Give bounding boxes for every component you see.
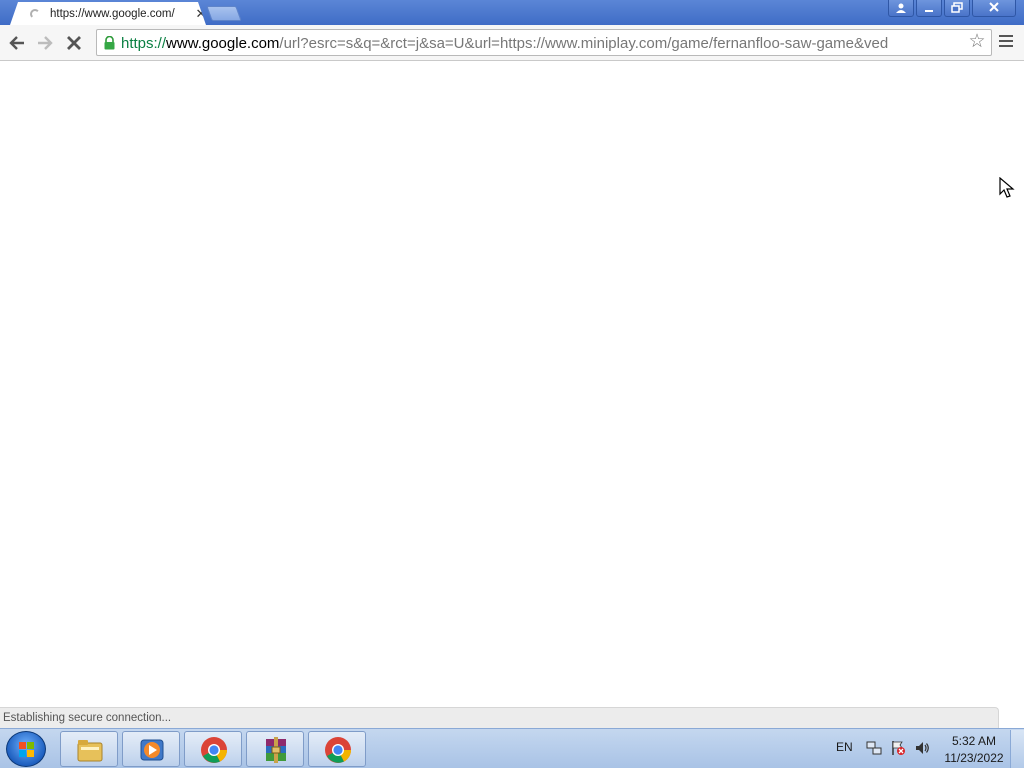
windows-logo-icon [19, 742, 34, 757]
media-player-icon [140, 739, 164, 761]
window-controls [886, 0, 1016, 18]
clock-date[interactable]: 11/23/2022 [940, 751, 1008, 765]
url-scheme: https:// [121, 35, 167, 52]
start-button[interactable] [6, 731, 46, 767]
chrome-icon [201, 737, 227, 763]
forward-arrow-icon [38, 36, 53, 50]
browser-titlebar: https://www.google.com/ ✕ [0, 0, 1024, 25]
stop-icon [67, 36, 81, 50]
clock-time[interactable]: 5:32 AM [944, 734, 1004, 748]
status-bubble: Establishing secure connection... [0, 707, 999, 728]
new-tab-button[interactable] [206, 6, 242, 21]
action-center-flag-icon[interactable] [890, 740, 906, 756]
browser-menu-icon[interactable] [999, 35, 1013, 49]
forward-button[interactable] [34, 32, 56, 54]
browser-toolbar: https://www.google.com/url?esrc=s&q=&rct… [0, 25, 1024, 61]
back-button[interactable] [6, 32, 28, 54]
minimize-button[interactable] [916, 0, 942, 17]
show-desktop-button[interactable] [1010, 730, 1024, 768]
tab-title: https://www.google.com/ [50, 8, 175, 20]
language-indicator[interactable]: EN [836, 740, 853, 754]
address-bar[interactable]: https://www.google.com/url?esrc=s&q=&rct… [96, 29, 992, 56]
url-path: /url?esrc=s&q=&rct=j&sa=U&url=https://ww… [279, 35, 889, 52]
status-text: Establishing secure connection... [3, 712, 172, 724]
page-content [0, 61, 1024, 728]
bookmark-star-icon[interactable]: ☆ [967, 32, 987, 52]
volume-icon[interactable] [914, 740, 930, 756]
browser-tab[interactable]: https://www.google.com/ ✕ [10, 2, 206, 25]
taskbar-chrome[interactable] [184, 731, 242, 767]
url-host: www.google.com [166, 35, 280, 52]
file-explorer-icon [77, 740, 103, 762]
restore-button[interactable] [944, 0, 970, 17]
lock-icon [104, 36, 115, 50]
taskbar: EN 5:32 AM 11/23/2022 [0, 728, 1024, 768]
back-arrow-icon [9, 36, 24, 50]
user-profile-icon[interactable] [888, 0, 914, 17]
loading-spinner-icon [30, 9, 40, 19]
chrome-icon [325, 737, 351, 763]
url-text[interactable]: https://www.google.com/url?esrc=s&q=&rct… [121, 35, 967, 53]
close-window-button[interactable] [972, 0, 1016, 17]
taskbar-file-explorer[interactable] [60, 731, 118, 767]
winrar-icon [266, 737, 286, 763]
taskbar-media-player[interactable] [122, 731, 180, 767]
network-icon[interactable] [866, 740, 882, 756]
mouse-cursor-icon [999, 177, 1015, 198]
stop-loading-button[interactable] [63, 32, 85, 54]
taskbar-chrome-2[interactable] [308, 731, 366, 767]
tab-close-icon[interactable]: ✕ [194, 6, 206, 22]
taskbar-winrar[interactable] [246, 731, 304, 767]
